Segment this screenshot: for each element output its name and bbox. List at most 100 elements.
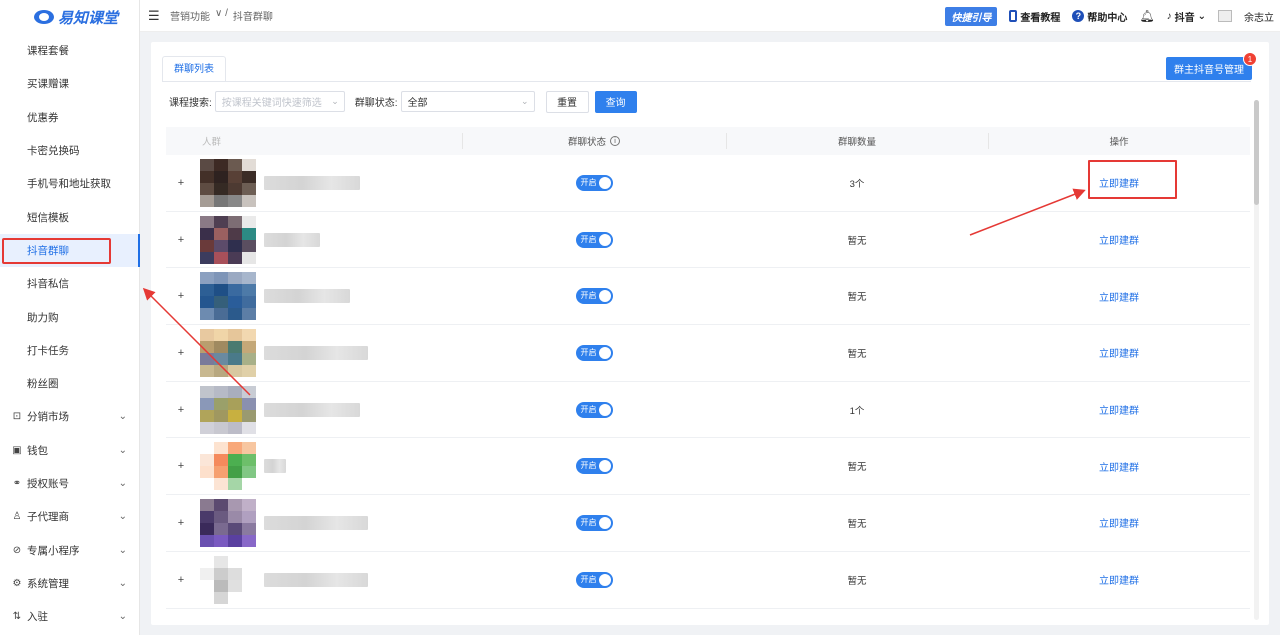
main-card: 群聊列表 群主抖音号管理 1 课程搜索: 按课程关键词快速筛选 ⌄ 群聊状态: … <box>151 42 1269 625</box>
expand-row-icon[interactable]: + <box>166 177 196 189</box>
create-group-link[interactable]: 立即建群 <box>988 232 1250 247</box>
group-avatar <box>200 328 256 377</box>
sidebar-item[interactable]: 助力购 <box>0 300 139 333</box>
group-count-cell: 1个 <box>849 405 865 417</box>
create-group-link[interactable]: 立即建群 <box>988 572 1250 587</box>
column-header-crowd: 人群 <box>202 137 222 148</box>
chevron-down-icon: ⌄ <box>118 411 127 423</box>
sidebar-item[interactable]: 手机号和地址获取 <box>0 167 139 200</box>
group-name-cell <box>196 328 462 377</box>
sidebar: 易知课堂 课程套餐买课赠课优惠券 卡密兑换码手机号和地址获取短信模板 抖音群聊 抖音私… <box>0 0 140 635</box>
status-toggle[interactable]: 开启 <box>575 288 613 305</box>
create-group-link[interactable]: 立即建群 <box>988 515 1250 530</box>
sidebar-item[interactable]: 抖音私信 <box>0 267 139 300</box>
douyin-label: 抖音 <box>1174 12 1195 24</box>
help-center-link[interactable]: ? 帮助中心 <box>1072 9 1127 24</box>
sidebar-item[interactable]: 课程套餐 <box>0 34 139 67</box>
column-header-count: 群聊数量 <box>726 127 988 155</box>
expand-row-icon[interactable]: + <box>166 404 196 416</box>
sidebar-item-label: 买课赠课 <box>27 78 69 91</box>
sidebar-group-label: 专属小程序 <box>27 544 80 557</box>
status-toggle[interactable]: 开启 <box>575 458 613 475</box>
reset-button[interactable]: 重置 <box>545 90 589 113</box>
enter-icon: ⇅ <box>12 611 22 623</box>
tutorial-link[interactable]: 查看教程 <box>1009 9 1060 24</box>
sidebar-item[interactable]: 卡密兑换码 <box>0 134 139 167</box>
breadcrumb-item[interactable]: 营销功能 <box>170 8 210 23</box>
help-label: 帮助中心 <box>1087 12 1128 24</box>
group-name-blurred <box>264 175 360 190</box>
chevron-down-icon: ⌄ <box>118 444 127 456</box>
status-toggle[interactable]: 开启 <box>575 514 613 531</box>
status-label: 群聊状态: <box>354 98 398 109</box>
group-name-cell <box>196 158 462 207</box>
group-avatar <box>200 215 256 264</box>
table-row: + 开启 暂无 立即建群 <box>166 495 1250 552</box>
table-row: + 开启 暂无 立即建群 <box>166 325 1250 382</box>
course-search-input[interactable]: 按课程关键词快速筛选 ⌄ <box>214 91 345 112</box>
bell-icon[interactable]: 🔔︎ <box>1139 9 1154 23</box>
expand-row-icon[interactable]: + <box>166 460 196 472</box>
chevron-down-icon: ⌄ <box>118 478 127 489</box>
create-group-link[interactable]: 立即建群 <box>988 402 1250 417</box>
menu-toggle-icon[interactable]: ☰ <box>148 8 162 24</box>
group-name-cell <box>196 272 462 321</box>
status-select-value: 全部 <box>407 98 428 109</box>
status-select[interactable]: 全部 ⌄ <box>400 91 535 112</box>
sidebar-group-label: 子代理商 <box>27 511 69 524</box>
sidebar-item-label: 手机号和地址获取 <box>27 178 111 191</box>
sidebar-item[interactable]: 买课赠课 <box>0 67 139 100</box>
phone-icon <box>1009 10 1018 22</box>
group-count-cell: 暂无 <box>847 235 867 247</box>
column-header-status: 群聊状态 i <box>462 127 726 155</box>
sidebar-item[interactable]: 打卡任务 <box>0 334 139 367</box>
status-toggle[interactable]: 开启 <box>575 571 613 588</box>
sidebar-group[interactable]: ♙ 子代理商 ⌄ <box>0 500 139 533</box>
sidebar-group[interactable]: ⊘ 专属小程序 ⌄ <box>0 533 139 566</box>
tab-group-chat-list[interactable]: 群聊列表 <box>162 56 226 82</box>
logo-icon <box>34 10 54 24</box>
expand-row-icon[interactable]: + <box>166 574 196 586</box>
chevron-down-icon: ⌄ <box>118 544 127 556</box>
tutorial-label: 查看教程 <box>1020 12 1061 24</box>
group-name-cell <box>196 555 462 604</box>
sidebar-group-label: 钱包 <box>27 444 48 457</box>
sidebar-group[interactable]: ⇅ 入驻 ⌄ <box>0 600 139 633</box>
sidebar-item[interactable]: 抖音群聊 <box>0 233 140 268</box>
status-cell: 开启 <box>462 514 726 531</box>
wallet-icon: ▣ <box>12 444 22 456</box>
query-button[interactable]: 查询 <box>594 90 637 113</box>
expand-row-icon[interactable]: + <box>166 347 196 359</box>
expand-row-icon[interactable]: + <box>166 234 196 246</box>
group-avatar <box>200 555 256 604</box>
sidebar-item[interactable]: 优惠券 <box>0 101 139 134</box>
breadcrumb-current: 抖音群聊 <box>232 12 273 23</box>
user-name[interactable]: 余志立 <box>1244 9 1274 24</box>
expand-row-icon[interactable]: + <box>166 290 196 302</box>
sidebar-group[interactable]: ⚭ 授权账号 ⌄ <box>0 467 139 500</box>
sidebar-group[interactable]: ▣ 钱包 ⌄ <box>0 434 139 467</box>
avatar[interactable] <box>1218 10 1232 22</box>
group-owner-douyin-manage-button[interactable]: 群主抖音号管理 <box>1166 57 1252 80</box>
logo[interactable]: 易知课堂 <box>0 0 139 34</box>
status-toggle[interactable]: 开启 <box>575 231 613 248</box>
create-group-link[interactable]: 立即建群 <box>988 459 1250 474</box>
expand-row-icon[interactable]: + <box>166 517 196 529</box>
scrollbar-thumb[interactable] <box>1254 100 1259 205</box>
sidebar-item[interactable]: 粉丝圈 <box>0 367 139 400</box>
sidebar-item[interactable]: 短信模板 <box>0 200 139 233</box>
sidebar-group[interactable]: ⚙ 系统管理 ⌄ <box>0 567 139 600</box>
sidebar-group[interactable]: ⊡ 分销市场 ⌄ <box>0 400 139 433</box>
douyin-account-switch[interactable]: ♪ 抖音 ⌄ <box>1167 9 1206 24</box>
create-group-link[interactable]: 立即建群 <box>988 345 1250 360</box>
group-name-blurred <box>264 459 286 474</box>
group-name-blurred <box>264 232 320 247</box>
info-icon[interactable]: i <box>610 136 620 146</box>
status-toggle[interactable]: 开启 <box>575 174 613 191</box>
quick-guide-button[interactable]: 快捷引导 <box>945 6 998 26</box>
group-name-cell <box>196 385 462 434</box>
sidebar-group-label: 系统管理 <box>27 577 69 590</box>
status-toggle[interactable]: 开启 <box>575 401 613 418</box>
status-toggle[interactable]: 开启 <box>575 344 613 361</box>
create-group-link[interactable]: 立即建群 <box>988 289 1250 304</box>
